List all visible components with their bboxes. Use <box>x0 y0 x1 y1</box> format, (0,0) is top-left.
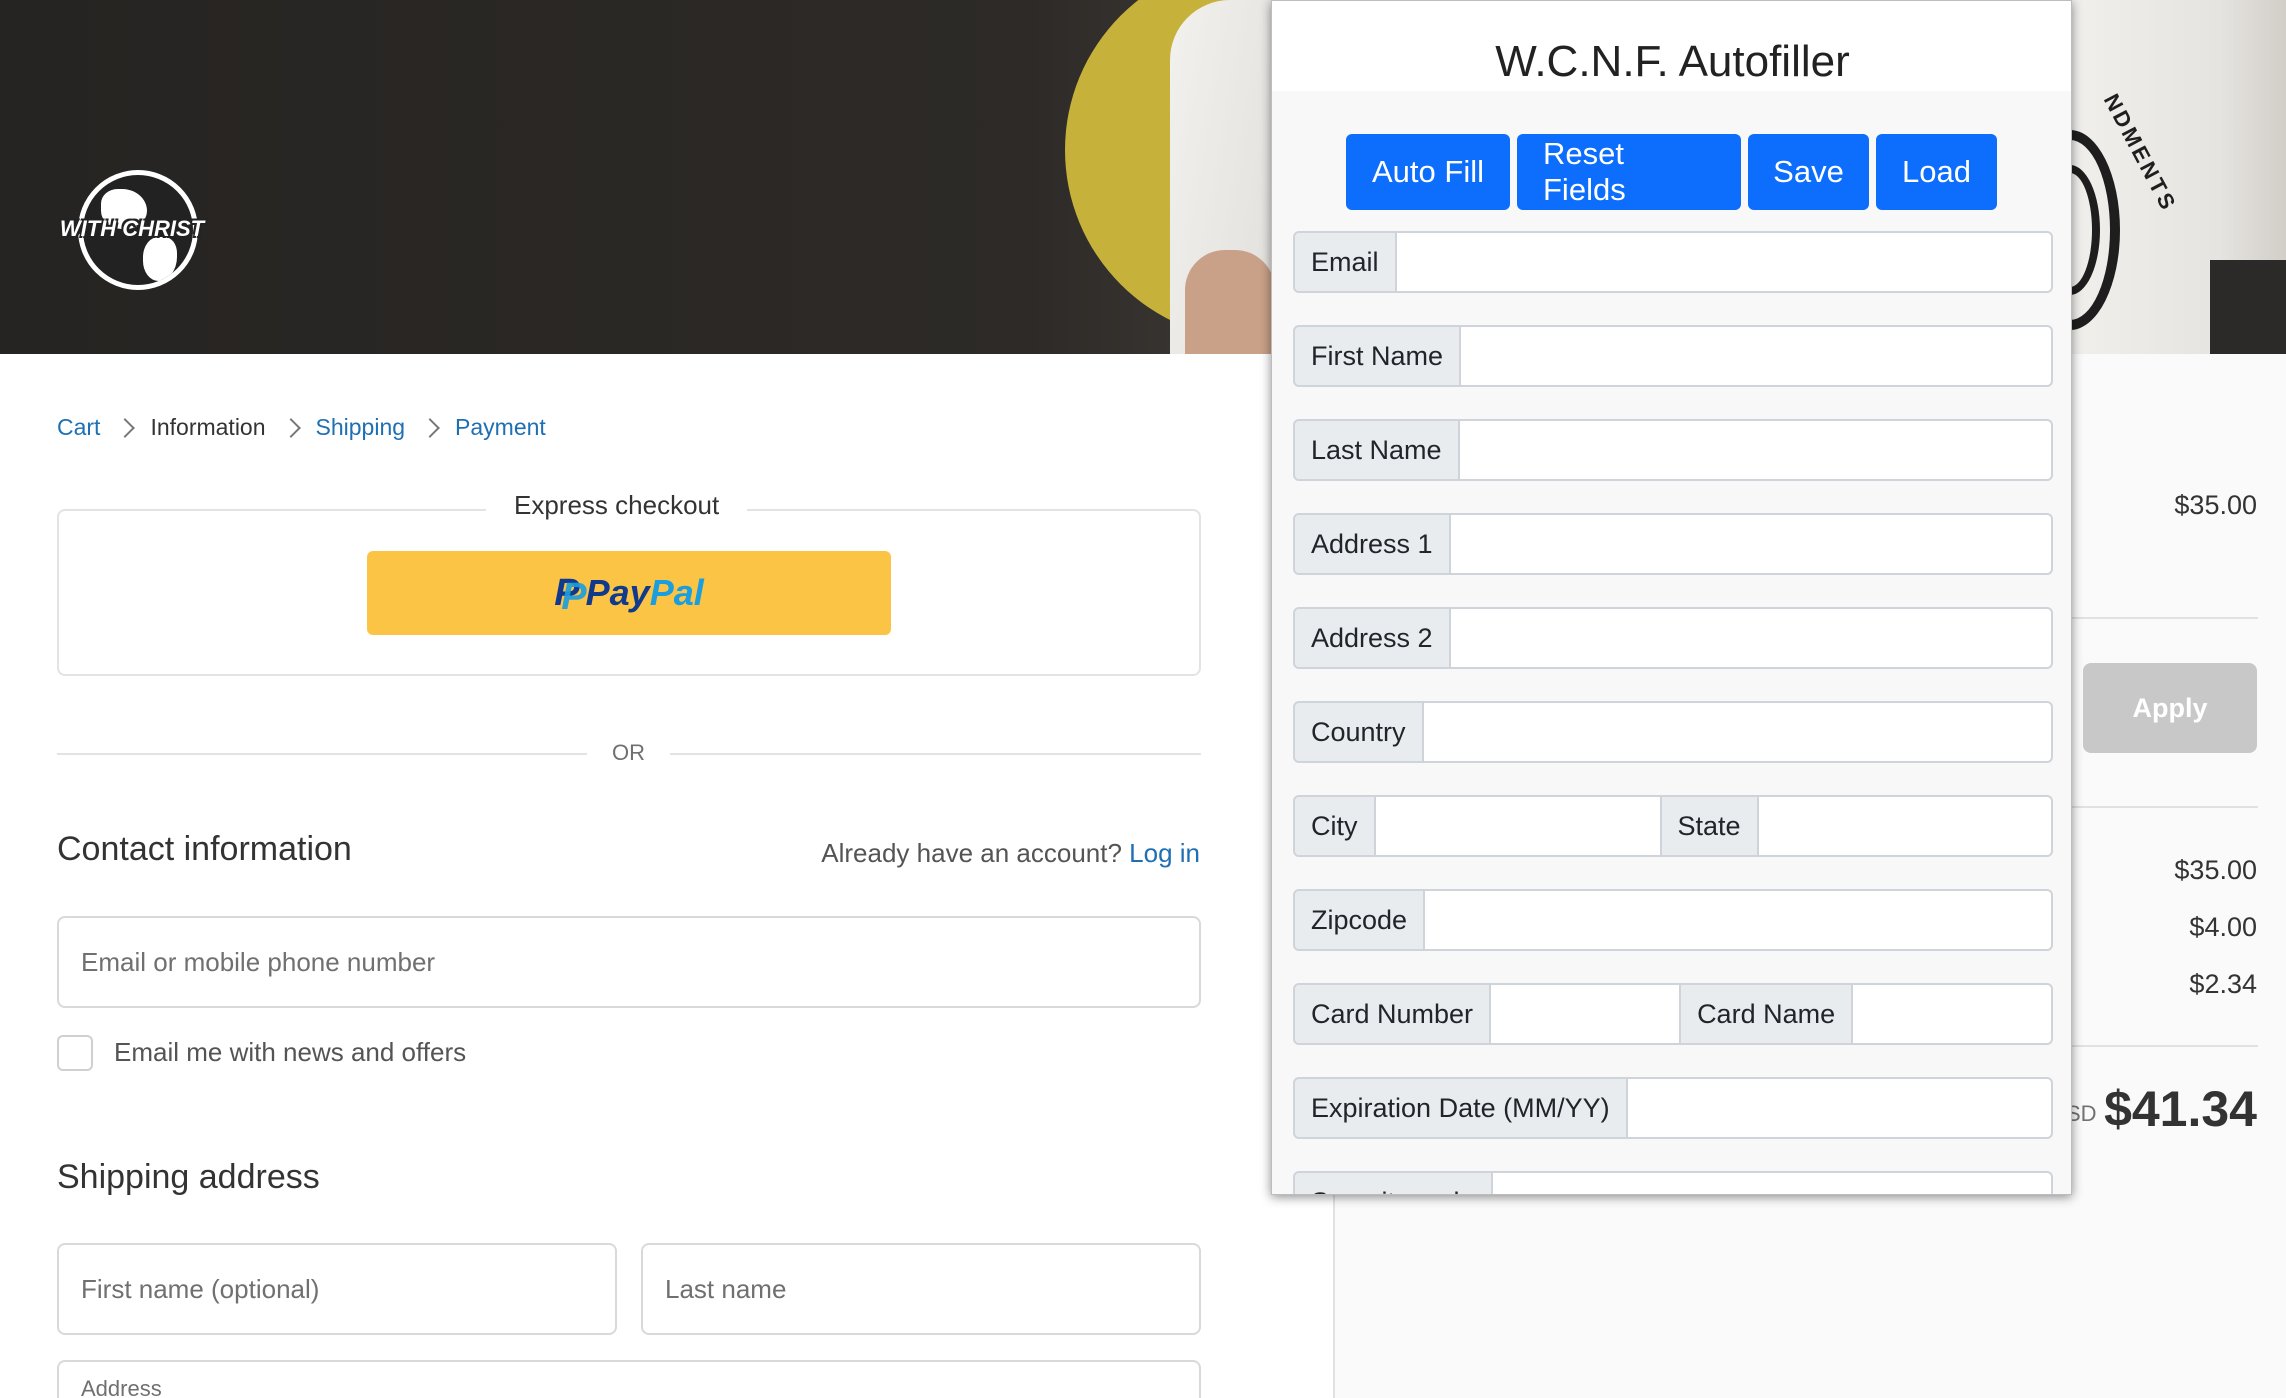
autofill-address1-label: Address 1 <box>1293 513 1451 575</box>
subtotal-value: $35.00 <box>2174 855 2257 885</box>
shipping-address-title: Shipping address <box>57 1158 320 1196</box>
autofill-first-name-input[interactable] <box>1461 325 2053 387</box>
newsletter-label: Email me with news and offers <box>114 1037 467 1067</box>
autofill-zipcode-input[interactable] <box>1425 889 2053 951</box>
apply-discount-button[interactable]: Apply <box>2083 663 2257 753</box>
autofill-card-name-label: Card Name <box>1681 983 1854 1045</box>
autofill-security-code-label: Security code <box>1293 1171 1493 1194</box>
autofill-address1-row: Address 1 <box>1293 513 2053 575</box>
divider-left <box>57 753 587 755</box>
autofill-last-name-input[interactable] <box>1459 419 2053 481</box>
paypal-button[interactable]: PP PayPal <box>367 551 891 635</box>
autofill-city-state-row: City State <box>1293 795 2053 857</box>
autofill-city-label: City <box>1293 795 1376 857</box>
divider-right <box>670 753 1201 755</box>
autofill-expiration-row: Expiration Date (MM/YY) <box>1293 1077 2053 1139</box>
first-name-field[interactable]: First name (optional) <box>57 1243 617 1335</box>
autofill-expiration-label: Expiration Date (MM/YY) <box>1293 1077 1628 1139</box>
autofill-state-input[interactable] <box>1758 795 2053 857</box>
autofill-address2-row: Address 2 <box>1293 607 2053 669</box>
breadcrumb-cart[interactable]: Cart <box>57 414 100 441</box>
autofill-country-row: Country <box>1293 701 2053 763</box>
chevron-right-icon <box>115 417 136 438</box>
login-link[interactable]: Log in <box>1129 838 1200 868</box>
paypal-pal: Pal <box>649 572 704 613</box>
autofill-address2-label: Address 2 <box>1293 607 1451 669</box>
first-name-placeholder: First name (optional) <box>81 1273 320 1304</box>
address-field[interactable]: Address <box>57 1360 1201 1398</box>
autofill-security-code-input[interactable] <box>1492 1171 2053 1194</box>
autofill-card-number-label: Card Number <box>1293 983 1492 1045</box>
breadcrumb: Cart Information Shipping Payment <box>57 414 546 441</box>
autofill-expiration-input[interactable] <box>1627 1077 2053 1139</box>
paypal-logo-icon: PP <box>554 571 587 618</box>
autofill-country-label: Country <box>1293 701 1424 763</box>
autofill-card-name-input[interactable] <box>1853 983 2053 1045</box>
autofill-zipcode-row: Zipcode <box>1293 889 2053 951</box>
autofill-state-label: State <box>1661 795 1759 857</box>
chevron-right-icon <box>420 417 440 438</box>
reset-fields-button[interactable]: Reset Fields <box>1517 134 1741 210</box>
autofill-first-name-label: First Name <box>1293 325 1462 387</box>
autofill-card-row: Card Number Card Name <box>1293 983 2053 1045</box>
breadcrumb-shipping[interactable]: Shipping <box>316 414 406 441</box>
banner-model-arm <box>1185 250 1275 354</box>
autofill-card-number-input[interactable] <box>1491 983 1682 1045</box>
account-prompt: Already have an account? Log in <box>821 838 1200 869</box>
breadcrumb-payment[interactable]: Payment <box>455 414 546 441</box>
last-name-placeholder: Last name <box>665 1273 787 1304</box>
email-field[interactable]: Email or mobile phone number <box>57 916 1201 1008</box>
contact-information-title: Contact information <box>57 830 352 868</box>
autofill-email-input[interactable] <box>1396 231 2053 293</box>
autofill-address2-input[interactable] <box>1450 607 2053 669</box>
autofill-city-input[interactable] <box>1375 795 1662 857</box>
banner-model-arm-right <box>2210 260 2286 354</box>
line-item-price: $35.00 <box>2174 490 2257 520</box>
autofiller-toolbar: Auto Fill Reset Fields Save Load <box>1346 134 1997 210</box>
autofill-security-code-row: Security code <box>1293 1171 2053 1194</box>
address-field-label: Address <box>81 1376 162 1398</box>
newsletter-checkbox[interactable] <box>57 1035 93 1071</box>
logo-wordmark: WITH CHRIST <box>59 216 205 241</box>
autofiller-popup: W.C.N.F. Autofiller Auto Fill Reset Fiel… <box>1271 0 2072 1195</box>
autofill-country-input[interactable] <box>1423 701 2053 763</box>
autofiller-title: W.C.N.F. Autofiller <box>1495 37 1850 86</box>
autofill-address1-input[interactable] <box>1450 513 2053 575</box>
autofill-last-name-row: Last Name <box>1293 419 2053 481</box>
save-button[interactable]: Save <box>1748 134 1869 210</box>
load-button[interactable]: Load <box>1876 134 1997 210</box>
paypal-pay: Pay <box>585 572 650 613</box>
express-checkout-title: Express checkout <box>486 490 748 521</box>
order-total: $41.34 <box>2104 1081 2257 1137</box>
email-field-placeholder: Email or mobile phone number <box>81 946 436 977</box>
taxes-value: $2.34 <box>2189 969 2257 999</box>
autofill-email-label: Email <box>1293 231 1397 293</box>
autofill-last-name-label: Last Name <box>1293 419 1460 481</box>
paypal-wordmark: PayPal <box>586 572 704 614</box>
account-prompt-text: Already have an account? <box>821 838 1122 868</box>
last-name-field[interactable]: Last name <box>641 1243 1201 1335</box>
or-divider-label: OR <box>612 740 645 765</box>
autofill-first-name-row: First Name <box>1293 325 2053 387</box>
auto-fill-button[interactable]: Auto Fill <box>1346 134 1510 210</box>
chevron-right-icon <box>280 417 301 438</box>
autofill-zipcode-label: Zipcode <box>1293 889 1426 951</box>
autofill-email-row: Email <box>1293 231 2053 293</box>
store-logo[interactable]: WITH CHRIST <box>56 170 208 290</box>
breadcrumb-information: Information <box>150 414 266 440</box>
shipping-value: $4.00 <box>2189 912 2257 942</box>
